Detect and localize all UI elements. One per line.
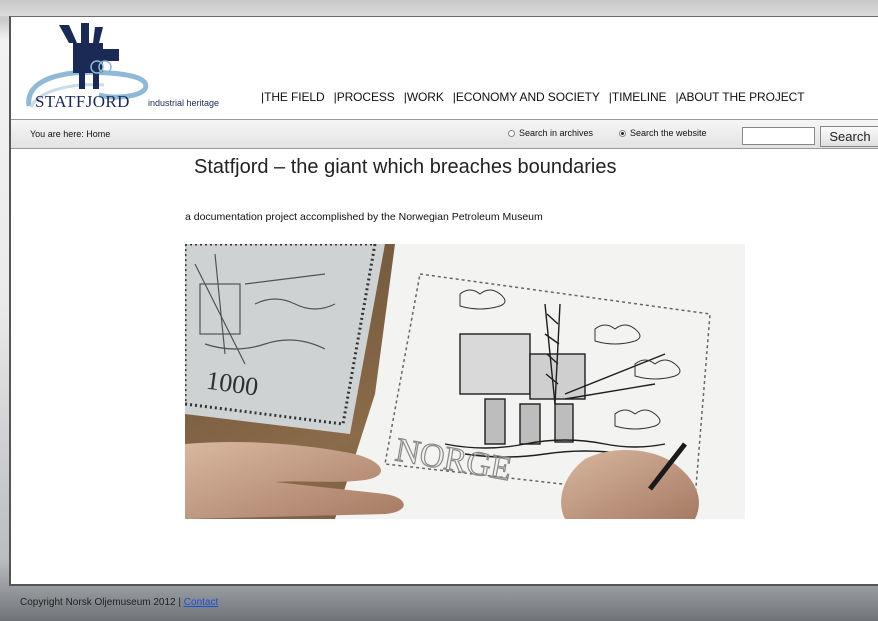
search-button[interactable]: Search	[820, 126, 878, 147]
breadcrumb: You are here: Home	[30, 129, 111, 139]
footer-contact-link[interactable]: Contact	[184, 597, 218, 608]
breadcrumb-bar: You are here: Home Search in archives Se…	[11, 119, 878, 149]
radio-website[interactable]	[619, 129, 626, 137]
footer-copyright: Copyright Norsk Oljemuseum 2012 |	[20, 597, 181, 608]
top-strip	[0, 0, 878, 16]
site-header: STATFJORD industrial heritage | THE FIEL…	[11, 17, 878, 119]
search-website-option[interactable]: Search the website	[619, 128, 707, 138]
nav-item-economy-and-society[interactable]: ECONOMY AND SOCIETY	[456, 90, 608, 104]
web-page: STATFJORD industrial heritage | THE FIEL…	[9, 16, 878, 586]
search-website-label: Search the website	[630, 128, 707, 138]
main-navigation: | THE FIELD | PROCESS | WORK | ECONOMY A…	[261, 90, 813, 104]
search-input[interactable]	[742, 127, 815, 145]
stamp-drawing-photo: 1000 NORGE	[185, 244, 745, 519]
search-archives-label: Search in archives	[519, 128, 594, 138]
nav-item-process[interactable]: PROCESS	[337, 90, 403, 104]
hero-image: 1000 NORGE	[185, 244, 745, 519]
nav-item-work[interactable]: WORK	[407, 90, 452, 104]
logo-subtitle: industrial heritage	[148, 98, 220, 108]
nav-item-the-field[interactable]: THE FIELD	[264, 90, 332, 104]
nav-item-about-the-project[interactable]: ABOUT THE PROJECT	[679, 90, 813, 104]
page-subtitle: a documentation project accomplished by …	[185, 211, 543, 223]
nav-item-timeline[interactable]: TIMELINE	[612, 90, 675, 104]
page-title: Statfjord – the giant which breaches bou…	[194, 156, 617, 178]
footer: Copyright Norsk Oljemuseum 2012 | Contac…	[20, 597, 218, 608]
radio-archives[interactable]	[508, 129, 515, 137]
search-archives-option[interactable]: Search in archives	[508, 128, 593, 138]
statfjord-logo[interactable]: STATFJORD industrial heritage	[19, 21, 249, 113]
logo-wordmark: STATFJORD	[35, 92, 130, 111]
